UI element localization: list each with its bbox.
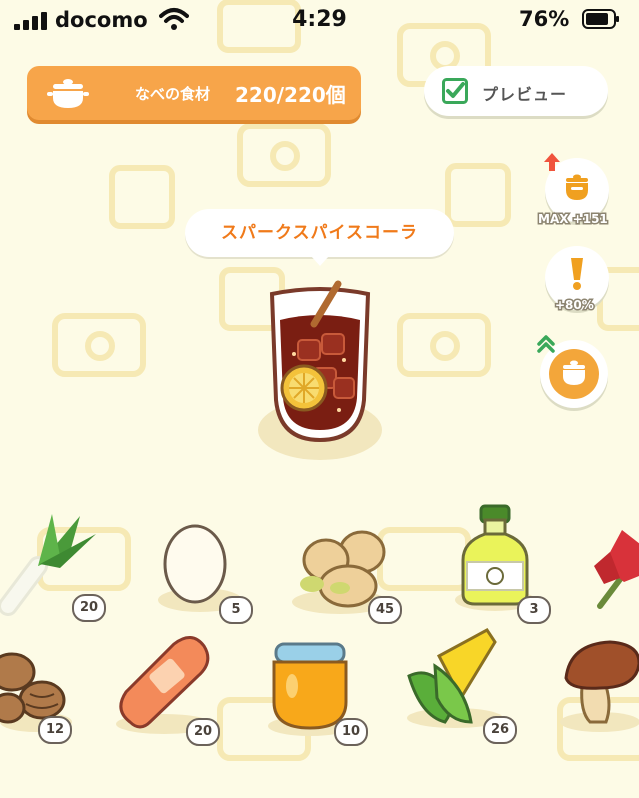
ingredient-corn[interactable]: 26 [405,626,517,744]
ingredient-honey[interactable]: 10 [262,640,372,746]
ingredient-count: 20 [72,594,106,622]
battery-icon [582,9,619,29]
preview-label: プレビュー [482,85,568,104]
ingredient-egg[interactable]: 5 [155,516,255,626]
corn-icon [407,628,503,728]
dish-name: スパークスパイスコーラ [221,223,418,243]
pot-icon [47,79,89,108]
ingredient-count: 20 [186,718,220,746]
status-bar: docomo 4:29 76% [0,0,639,40]
ingredient-cacao[interactable]: 12 [0,642,80,744]
pot-upgrade-button[interactable] [537,335,608,408]
mushroom-icon [560,640,639,732]
ingredient-leek[interactable]: 20 [0,506,110,626]
pot-ingredients-label: なべの食材 [135,85,211,103]
dish-name-bubble: スパークスパイスコーラ [185,209,454,266]
pot-icon [549,349,599,399]
ingredient-potato[interactable]: 45 [290,526,402,626]
battery-percentage: 76% [519,7,570,31]
ingredient-oil[interactable]: 3 [455,504,555,626]
ingredient-count: 5 [219,596,253,624]
ingredient-count: 3 [517,596,551,624]
checkbox-checked-icon [442,78,468,104]
ingredient-count: 10 [334,718,368,746]
spark-spice-cola-icon [258,280,382,460]
preview-toggle-button[interactable]: プレビュー [424,66,608,116]
pot-icon [566,174,588,200]
ingredient-herb[interactable] [590,526,639,626]
pot-ingredients-count: 220/220個 [235,83,346,107]
arrow-up-icon [544,153,560,171]
exclamation-icon [571,258,583,290]
ingredient-count: 45 [368,596,402,624]
ingredient-count: 12 [38,716,72,744]
herb-icon [594,530,639,609]
ingredient-count: 26 [483,716,517,744]
ingredient-sausage[interactable]: 20 [112,632,232,746]
bonus-label: +80% [554,297,596,314]
pot-ingredients-bar: なべの食材 220/220個 [27,66,361,120]
ingredient-mushroom[interactable] [560,634,639,742]
pot-capacity-label: MAX +151 [537,211,610,228]
